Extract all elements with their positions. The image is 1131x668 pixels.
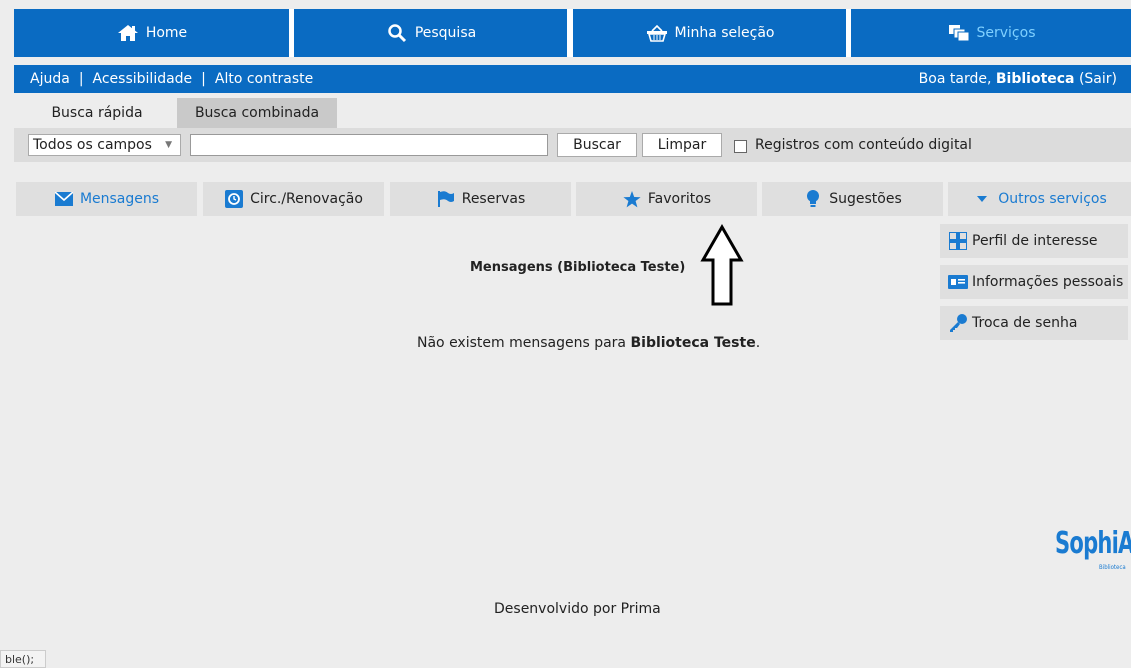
tab-busca-combinada[interactable]: Busca combinada [177, 98, 337, 128]
chevron-down-icon: ▼ [165, 140, 172, 150]
basket-icon [645, 23, 669, 43]
page-title: Mensagens (Biblioteca Teste) [470, 260, 686, 275]
up-arrow-annotation [698, 223, 746, 312]
service-reservas-label: Reservas [461, 191, 526, 207]
envelope-icon [54, 190, 74, 208]
nav-servicos[interactable]: Serviços [851, 9, 1131, 57]
nav-pesquisa[interactable]: Pesquisa [294, 9, 567, 57]
grid-icon [948, 231, 968, 251]
star-icon [622, 190, 642, 208]
menu-troca-senha[interactable]: Troca de senha [940, 306, 1128, 340]
service-favoritos-label: Favoritos [647, 191, 712, 207]
menu-troca-senha-label: Troca de senha [972, 315, 1078, 331]
id-card-icon [948, 272, 968, 292]
logo-text: SophiA [1055, 526, 1131, 561]
link-alto-contraste[interactable]: Alto contraste [215, 71, 313, 87]
circulation-icon [224, 190, 244, 208]
link-acessibilidade[interactable]: Acessibilidade [93, 71, 193, 87]
footer-text: Desenvolvido por Prima [494, 601, 661, 617]
empty-message-name: Biblioteca Teste [630, 335, 756, 351]
link-ajuda[interactable]: Ajuda [30, 71, 70, 87]
flag-icon [436, 190, 456, 208]
menu-informacoes-pessoais-label: Informações pessoais [972, 274, 1124, 290]
digital-content-label: Registros com conteúdo digital [755, 137, 972, 153]
service-sugestoes[interactable]: Sugestões [762, 182, 943, 216]
nav-home[interactable]: Home [14, 9, 289, 57]
caret-down-icon [972, 190, 992, 208]
service-mensagens-label: Mensagens [79, 191, 160, 207]
separator: | [201, 71, 206, 87]
sub-nav-bar: Ajuda | Acessibilidade | Alto contraste … [14, 65, 1131, 93]
service-favoritos[interactable]: Favoritos [576, 182, 757, 216]
service-outros-servicos[interactable]: Outros serviços [948, 182, 1131, 216]
services-icon [947, 23, 971, 43]
nav-minha-selecao-label: Minha seleção [674, 25, 775, 41]
empty-message: Não existem mensagens para Biblioteca Te… [417, 335, 760, 351]
logo-subtext: Biblioteca [1099, 564, 1126, 571]
service-mensagens[interactable]: Mensagens [16, 182, 197, 216]
field-select[interactable]: Todos os campos ▼ [28, 134, 181, 156]
empty-message-suffix: . [755, 335, 761, 351]
nav-minha-selecao[interactable]: Minha seleção [573, 9, 846, 57]
separator: | [78, 71, 84, 87]
nav-servicos-label: Serviços [976, 25, 1036, 41]
tab-busca-rapida[interactable]: Busca rápida [28, 98, 166, 128]
search-icon [385, 23, 409, 43]
nav-pesquisa-label: Pesquisa [414, 25, 477, 41]
home-icon [116, 23, 140, 43]
key-icon [948, 313, 968, 333]
service-circ-renovacao[interactable]: Circ./Renovação [203, 182, 384, 216]
lightbulb-icon [803, 190, 823, 208]
field-select-value: Todos os campos [33, 137, 152, 153]
service-sugestoes-label: Sugestões [829, 191, 902, 207]
buscar-button[interactable]: Buscar [557, 133, 637, 157]
service-circ-renovacao-label: Circ./Renovação [250, 191, 363, 207]
menu-perfil-interesse[interactable]: Perfil de interesse [940, 224, 1128, 258]
service-reservas[interactable]: Reservas [390, 182, 571, 216]
menu-perfil-interesse-label: Perfil de interesse [972, 233, 1098, 249]
user-greeting: Boa tarde, Biblioteca (Sair) [919, 71, 1131, 87]
greeting-text: Boa tarde, [918, 71, 992, 87]
status-tooltip: ble(); [0, 650, 46, 668]
user-name: Biblioteca [995, 71, 1075, 87]
logout-link[interactable]: (Sair) [1079, 71, 1117, 87]
digital-content-checkbox[interactable] [734, 140, 747, 153]
limpar-button[interactable]: Limpar [642, 133, 722, 157]
sophia-logo: SophiA Biblioteca [1055, 526, 1131, 571]
search-input[interactable] [190, 134, 548, 156]
service-outros-servicos-label: Outros serviços [998, 191, 1107, 207]
empty-message-text: Não existem mensagens para [417, 335, 627, 351]
menu-informacoes-pessoais[interactable]: Informações pessoais [940, 265, 1128, 299]
nav-home-label: Home [145, 25, 188, 41]
